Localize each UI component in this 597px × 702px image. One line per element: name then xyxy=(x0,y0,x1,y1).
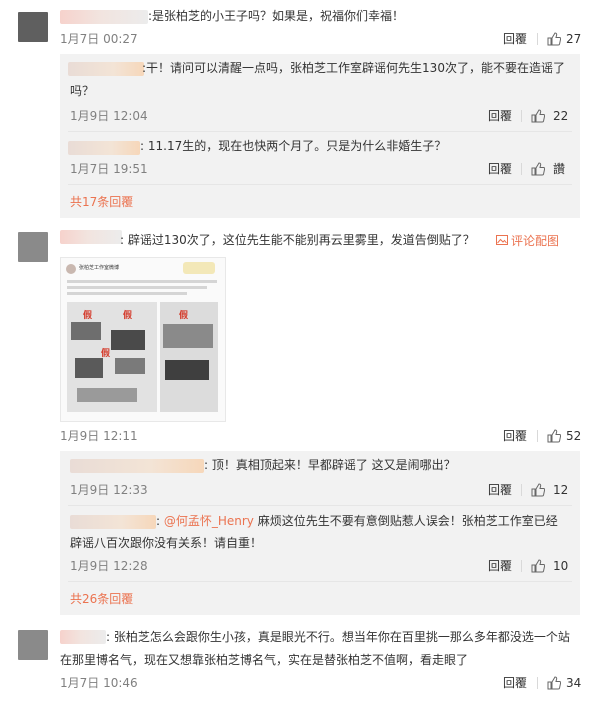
mention-link[interactable]: @何孟怀_Henry xyxy=(164,514,254,528)
like-count: 12 xyxy=(553,483,569,497)
comment-text: : 张柏芝怎么会跟你生小孩，真是眼光不行。想当年你在百里挑一那么多年都没选一个站 xyxy=(106,630,570,644)
separator xyxy=(521,163,522,175)
reply-list xyxy=(60,451,580,615)
like-count: 10 xyxy=(553,559,569,573)
like-icon[interactable] xyxy=(531,559,545,573)
like-icon[interactable] xyxy=(531,483,545,497)
image-icon[interactable] xyxy=(496,234,508,246)
like-icon[interactable] xyxy=(547,676,561,690)
reply-button[interactable]: 回覆 xyxy=(488,161,512,177)
reply-text: : @何孟怀_Henry 麻烦这位先生不要有意倒贴惹人误会！张柏芝工作室已经 xyxy=(156,514,558,528)
username[interactable] xyxy=(60,630,106,644)
like-icon[interactable] xyxy=(531,162,545,176)
avatar[interactable] xyxy=(18,630,48,660)
timestamp: 1月9日 12:04 xyxy=(70,109,148,123)
timestamp: 1月7日 00:27 xyxy=(60,32,138,46)
post-account: 张柏芝工作室微博 xyxy=(79,265,120,271)
reply-username[interactable] xyxy=(68,62,144,76)
post-avatar xyxy=(66,264,76,274)
separator xyxy=(521,110,522,122)
timestamp: 1月9日 12:11 xyxy=(60,429,138,443)
avatar[interactable] xyxy=(18,12,48,42)
fake-stamp: 假 xyxy=(83,311,93,321)
divider xyxy=(68,581,572,582)
reply-button[interactable]: 回覆 xyxy=(488,558,512,574)
comment-text-cont: 在那里博名气，现在又想靠张柏芝博名气，实在是替张柏芝不值啊，看走眼了 xyxy=(60,653,469,667)
separator xyxy=(521,560,522,572)
divider xyxy=(68,505,572,506)
like-label[interactable]: 讚 xyxy=(553,161,565,177)
fake-stamp: 假 xyxy=(179,311,189,321)
reply-text: : 11.17生的，现在也快两个月了。只是为什么非婚生子？ xyxy=(140,139,447,153)
more-replies-link[interactable]: 共26条回覆 xyxy=(70,591,133,607)
badge xyxy=(183,262,215,274)
reply-username[interactable] xyxy=(68,141,140,155)
more-replies-link[interactable]: 共17条回覆 xyxy=(70,194,133,210)
like-count: 27 xyxy=(566,32,582,46)
comment-text: :是张柏芝的小王子吗？如果是，祝福你们幸福！ xyxy=(148,9,405,23)
avatar[interactable] xyxy=(18,232,48,262)
reply-button[interactable]: 回覆 xyxy=(503,675,527,691)
timestamp: 1月9日 12:28 xyxy=(70,559,148,573)
reply-text-cont: 辟谣八百次跟你没有关系！请自重！ xyxy=(70,536,263,550)
separator xyxy=(521,484,522,496)
like-count: 52 xyxy=(566,429,582,443)
reply-button[interactable]: 回覆 xyxy=(488,482,512,498)
reply-button[interactable]: 回覆 xyxy=(503,428,527,444)
reply-text: :干！请问可以清醒一点吗，张柏芝工作室辟谣何先生130次了，能不要在造谣了 xyxy=(142,61,565,75)
reply-username[interactable] xyxy=(70,459,204,473)
like-count: 34 xyxy=(566,676,582,690)
reply-text: : 顶！真相顶起来！早都辟谣了 这又是闹哪出？ xyxy=(204,458,456,472)
timestamp: 1月7日 10:46 xyxy=(60,676,138,690)
like-icon[interactable] xyxy=(547,429,561,443)
separator xyxy=(537,677,538,689)
comment-text: : 辟谣过130次了，这位先生能不能别再云里雾里，发道告倒贴了？ xyxy=(120,233,475,247)
username[interactable] xyxy=(60,230,122,244)
reply-button[interactable]: 回覆 xyxy=(488,108,512,124)
divider xyxy=(68,184,572,185)
like-icon[interactable] xyxy=(531,109,545,123)
reply-list xyxy=(60,54,580,218)
separator xyxy=(537,33,538,45)
timestamp: 1月7日 19:51 xyxy=(70,162,148,176)
comment-image[interactable]: 张柏芝工作室微博 假 假 假 假 xyxy=(60,257,226,422)
fake-stamp: 假 xyxy=(101,349,111,359)
divider xyxy=(68,131,572,132)
username[interactable] xyxy=(60,10,148,24)
reply-button[interactable]: 回覆 xyxy=(503,31,527,47)
comment-image-link[interactable]: 评论配图 xyxy=(511,233,559,249)
reply-username[interactable] xyxy=(70,515,156,529)
like-count: 22 xyxy=(553,109,569,123)
like-icon[interactable] xyxy=(547,32,561,46)
separator xyxy=(537,430,538,442)
timestamp: 1月9日 12:33 xyxy=(70,483,148,497)
reply-text-cont: 吗？ xyxy=(70,84,95,98)
fake-stamp: 假 xyxy=(123,311,133,321)
